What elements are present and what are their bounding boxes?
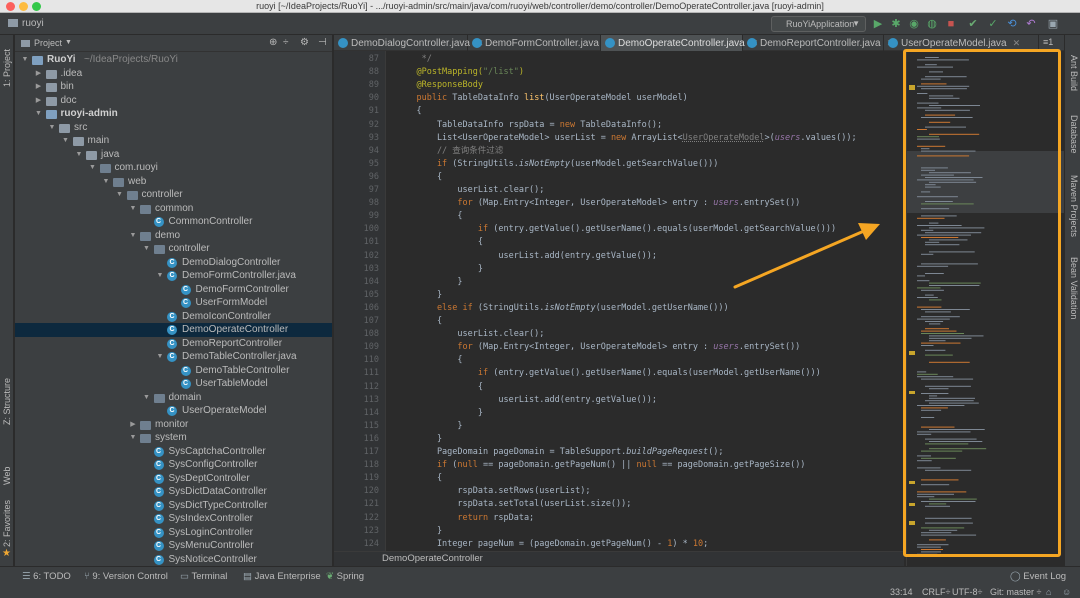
event-log-button[interactable]: ◯ Event Log — [1010, 571, 1066, 582]
tool-tab-ant-build[interactable]: Ant Build — [1069, 55, 1079, 91]
spring-icon: ❦ — [326, 571, 337, 582]
right-tool-strip: Ant Build Database Maven Projects Bean V… — [1064, 35, 1080, 566]
caret-position[interactable]: 33:14 — [890, 587, 913, 597]
tool-tab-bean-validation[interactable]: Bean Validation — [1069, 257, 1079, 319]
tool-label: Event Log — [1023, 571, 1067, 582]
spring-tool-button[interactable]: ❦ Spring — [326, 571, 364, 582]
lock-icon[interactable]: ⌂ — [1046, 587, 1051, 597]
java-enterprise-tool-button[interactable]: ▤ Java Enterprise — [243, 571, 321, 582]
tool-label: 6: TODO — [33, 571, 71, 582]
todo-icon: ☰ — [22, 571, 34, 582]
todo-tool-button[interactable]: ☰ 6: TODO — [22, 571, 71, 582]
tool-label: Terminal — [191, 571, 228, 582]
tool-label: 9: Version Control — [92, 571, 168, 582]
tool-tab-maven-projects[interactable]: Maven Projects — [1069, 175, 1079, 237]
file-encoding[interactable]: UTF-8÷ — [952, 587, 982, 597]
tool-tab-database[interactable]: Database — [1069, 115, 1079, 154]
line-separator[interactable]: CRLF÷ — [922, 587, 950, 597]
status-bar: ☰ 6: TODO ⑂ 9: Version Control ▭ Termina… — [0, 566, 1080, 598]
inspector-icon[interactable]: ☺ — [1062, 587, 1071, 597]
java-enterprise-icon: ▤ — [243, 571, 255, 582]
version-control-tool-button[interactable]: ⑂ 9: Version Control — [84, 571, 168, 582]
terminal-icon: ▭ — [180, 571, 192, 582]
tool-label: Java Enterprise — [254, 571, 321, 582]
event-log-icon: ◯ — [1010, 571, 1024, 582]
git-branch[interactable]: Git: master ÷ — [990, 587, 1041, 597]
tool-label: Spring — [336, 571, 365, 582]
annotation-arrow — [733, 223, 880, 289]
terminal-tool-button[interactable]: ▭ Terminal — [180, 571, 227, 582]
